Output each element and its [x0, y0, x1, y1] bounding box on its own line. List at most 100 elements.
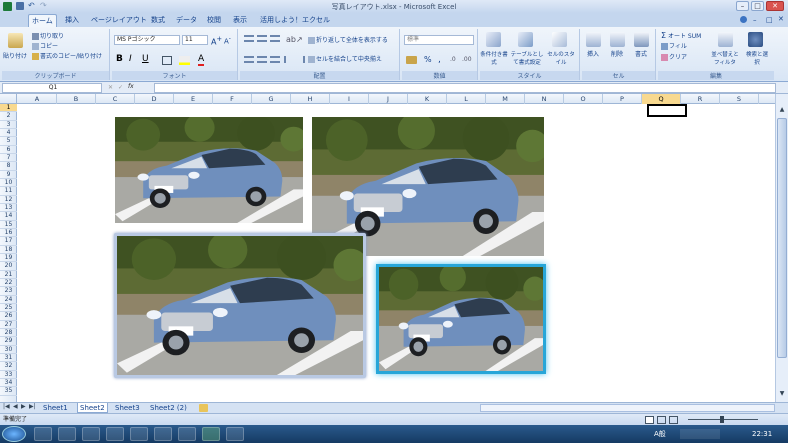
- row-header-32[interactable]: 32: [0, 362, 17, 371]
- row-header-27[interactable]: 27: [0, 321, 17, 329]
- merge-center-button[interactable]: セルを結合して中央揃え: [308, 56, 382, 64]
- system-tray[interactable]: [680, 429, 720, 439]
- tab-insert[interactable]: 挿入: [62, 14, 82, 27]
- row-header-29[interactable]: 29: [0, 337, 17, 346]
- prev-sheet-icon[interactable]: ◀: [13, 403, 18, 410]
- first-sheet-icon[interactable]: |◀: [3, 403, 10, 410]
- row-header-12[interactable]: 12: [0, 196, 17, 204]
- row-header-28[interactable]: 28: [0, 329, 17, 338]
- sort-filter-button[interactable]: 並べ替えとフィルタ: [710, 51, 740, 67]
- comma-button[interactable]: ,: [438, 56, 441, 65]
- taskbar-excel-icon[interactable]: [202, 427, 220, 441]
- column-header-e[interactable]: E: [174, 94, 213, 104]
- percent-button[interactable]: %: [424, 56, 432, 64]
- row-header-30[interactable]: 30: [0, 346, 17, 354]
- insert-sheet-icon[interactable]: [199, 404, 208, 412]
- insert-function-icon[interactable]: fx: [128, 83, 134, 91]
- column-header-d[interactable]: D: [135, 94, 174, 104]
- column-header-a[interactable]: A: [18, 94, 57, 104]
- bold-button[interactable]: B: [116, 55, 123, 64]
- copy-button[interactable]: コピー: [32, 43, 58, 51]
- taskbar-paint-icon[interactable]: [226, 427, 244, 441]
- column-header-h[interactable]: H: [291, 94, 330, 104]
- taskbar-folder-icon[interactable]: [58, 427, 76, 441]
- row-header-14[interactable]: 14: [0, 212, 17, 221]
- row-header-22[interactable]: 22: [0, 279, 17, 288]
- row-header-21[interactable]: 21: [0, 271, 17, 279]
- align-top-icon[interactable]: [244, 35, 254, 42]
- car-photo-1[interactable]: [115, 117, 303, 223]
- font-color-icon[interactable]: A: [198, 55, 205, 66]
- formula-input[interactable]: [154, 83, 776, 93]
- row-header-10[interactable]: 10: [0, 179, 17, 188]
- maximize-button[interactable]: □: [751, 1, 764, 11]
- taskbar-media-icon[interactable]: [82, 427, 100, 441]
- column-header-m[interactable]: M: [486, 94, 525, 104]
- worksheet[interactable]: [17, 104, 775, 402]
- row-header-31[interactable]: 31: [0, 354, 17, 363]
- cut-button[interactable]: 切り取り: [32, 33, 64, 41]
- row-header-35[interactable]: 35: [0, 387, 17, 396]
- close-button[interactable]: ✕: [766, 1, 784, 11]
- column-header-q[interactable]: Q: [642, 94, 681, 104]
- sheet-tab-2-active[interactable]: Sheet2: [77, 403, 108, 413]
- page-break-view-icon[interactable]: [669, 416, 678, 424]
- column-header-j[interactable]: J: [369, 94, 408, 104]
- shrink-font-icon[interactable]: A-: [224, 35, 231, 45]
- insert-cells-button[interactable]: 挿入: [587, 51, 599, 59]
- row-header-1[interactable]: 1: [0, 104, 17, 113]
- horizontal-scrollbar[interactable]: [480, 404, 775, 412]
- conditional-format-button[interactable]: 条件付き書式: [480, 51, 508, 67]
- scroll-thumb[interactable]: [777, 118, 787, 358]
- increase-indent-icon[interactable]: [296, 56, 305, 63]
- row-header-4[interactable]: 4: [0, 129, 17, 138]
- scroll-up-icon[interactable]: ▲: [777, 106, 787, 116]
- grow-font-icon[interactable]: A+: [211, 35, 222, 47]
- column-header-r[interactable]: R: [681, 94, 720, 104]
- zoom-thumb[interactable]: [720, 416, 724, 423]
- taskbar-app-icon[interactable]: [106, 427, 124, 441]
- delete-cells-button[interactable]: 削除: [611, 51, 623, 59]
- tab-home[interactable]: ホーム: [28, 14, 57, 27]
- column-header-p[interactable]: P: [603, 94, 642, 104]
- column-header-c[interactable]: C: [96, 94, 135, 104]
- sheet-tab-1[interactable]: Sheet1: [41, 403, 70, 413]
- row-header-2[interactable]: 2: [0, 112, 17, 121]
- tab-view[interactable]: 表示: [230, 14, 250, 27]
- column-header-l[interactable]: L: [447, 94, 486, 104]
- row-header-33[interactable]: 33: [0, 371, 17, 379]
- tab-addin[interactable]: 活用しよう！エクセル: [257, 14, 333, 27]
- tab-page-layout[interactable]: ページレイアウト: [88, 14, 150, 27]
- orientation-icon[interactable]: ab↗: [286, 35, 303, 44]
- underline-button[interactable]: U: [142, 55, 149, 64]
- align-center-icon[interactable]: [257, 56, 267, 63]
- active-cell-q1[interactable]: [647, 104, 687, 117]
- page-layout-view-icon[interactable]: [657, 416, 666, 424]
- row-header-18[interactable]: 18: [0, 246, 17, 254]
- last-sheet-icon[interactable]: ▶|: [29, 403, 36, 410]
- column-header-s[interactable]: S: [720, 94, 759, 104]
- currency-icon[interactable]: [406, 56, 417, 64]
- help-icon[interactable]: [740, 16, 747, 23]
- row-header-7[interactable]: 7: [0, 154, 17, 163]
- row-header-5[interactable]: 5: [0, 137, 17, 146]
- start-button[interactable]: [2, 426, 26, 442]
- row-header-9[interactable]: 9: [0, 171, 17, 179]
- row-header-13[interactable]: 13: [0, 204, 17, 213]
- column-header-o[interactable]: O: [564, 94, 603, 104]
- align-right-icon[interactable]: [270, 56, 280, 63]
- ime-indicator[interactable]: A般: [654, 430, 666, 438]
- taskbar-ie-icon[interactable]: [34, 427, 52, 441]
- row-header-23[interactable]: 23: [0, 287, 17, 296]
- tab-data[interactable]: データ: [173, 14, 200, 27]
- row-header-34[interactable]: 34: [0, 379, 17, 388]
- taskbar-window-icon[interactable]: [178, 427, 196, 441]
- format-painter-button[interactable]: 書式のコピー/貼り付け: [32, 53, 110, 61]
- select-all-corner[interactable]: [0, 94, 17, 104]
- row-header-26[interactable]: 26: [0, 312, 17, 321]
- name-box[interactable]: Q1: [2, 83, 102, 93]
- row-header-19[interactable]: 19: [0, 254, 17, 263]
- align-middle-icon[interactable]: [257, 35, 267, 42]
- column-header-n[interactable]: N: [525, 94, 564, 104]
- paste-button[interactable]: 貼り付け: [3, 53, 27, 61]
